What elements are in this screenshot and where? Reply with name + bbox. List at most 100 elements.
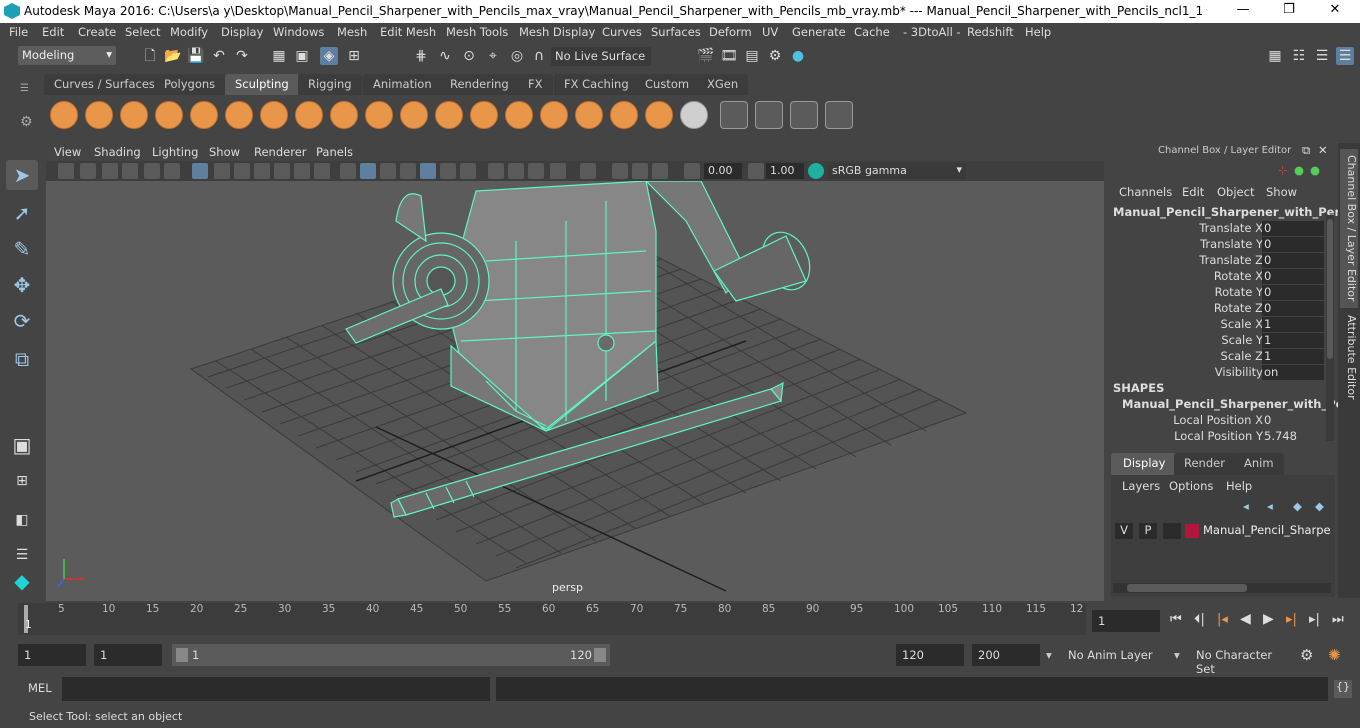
viewport-menu-view[interactable]: View: [54, 145, 81, 159]
go-to-start-icon[interactable]: ⏮: [1170, 612, 1182, 627]
colorspace-select[interactable]: sRGB gamma ▾: [828, 163, 966, 179]
current-frame-field[interactable]: 1: [1092, 610, 1160, 632]
start-time-field[interactable]: 1: [18, 644, 86, 666]
redo-icon[interactable]: ↷: [233, 47, 251, 65]
chevron-down-icon[interactable]: ▾: [1174, 648, 1180, 662]
tab-xgen[interactable]: XGen: [697, 74, 749, 95]
menu-edit-mesh[interactable]: Edit Mesh: [380, 25, 436, 39]
layer-name[interactable]: Manual_Pencil_Sharpene: [1203, 523, 1331, 537]
grab-tool-icon[interactable]: [155, 101, 183, 129]
tab-rendering[interactable]: Rendering: [440, 74, 519, 95]
spray-tool-icon[interactable]: [295, 101, 323, 129]
2d-pan-zoom-icon[interactable]: [144, 163, 160, 179]
cb-menu-edit[interactable]: Edit: [1182, 185, 1204, 199]
field-chart-icon[interactable]: [274, 163, 290, 179]
layer-menu-options[interactable]: Options: [1169, 479, 1213, 493]
select-component-icon[interactable]: ◈: [320, 47, 338, 65]
chevron-down-icon[interactable]: ▾: [1046, 648, 1052, 662]
tab-attribute-editor[interactable]: Attribute Editor: [1340, 309, 1358, 406]
select-hierarchy-icon[interactable]: ▦: [270, 47, 288, 65]
single-view-icon[interactable]: ▣: [6, 430, 38, 460]
channel-row[interactable]: Scale Y1: [1108, 333, 1324, 349]
save-scene-icon[interactable]: 💾: [187, 47, 205, 65]
amplify-tool-icon[interactable]: [610, 101, 638, 129]
safe-action-icon[interactable]: [294, 163, 310, 179]
channel-row[interactable]: Rotate Z0: [1108, 301, 1324, 317]
snap-curve-icon[interactable]: ∿: [436, 47, 454, 65]
channel-row[interactable]: Translate Y0: [1108, 237, 1324, 253]
grease-pencil-icon[interactable]: [164, 163, 180, 179]
channel-value[interactable]: 0: [1262, 253, 1324, 268]
channel-value[interactable]: 0: [1262, 269, 1324, 284]
channel-value[interactable]: 0: [1262, 221, 1324, 236]
snap-point-icon[interactable]: ⊙: [460, 47, 478, 65]
sculpt-tool-icon[interactable]: [50, 101, 78, 129]
exposure-icon[interactable]: [684, 163, 700, 179]
wax-tool-icon[interactable]: [400, 101, 428, 129]
channel-row[interactable]: Translate Z0: [1108, 253, 1324, 269]
move-layer-up-icon[interactable]: ◂: [1243, 499, 1249, 513]
side-by-side-icon[interactable]: ◧: [6, 505, 38, 535]
render-settings-icon[interactable]: ⚙: [766, 47, 784, 65]
channel-row[interactable]: Translate X0: [1108, 221, 1324, 237]
lock-selection-icon[interactable]: ⊞: [345, 47, 363, 65]
menu-deform[interactable]: Deform: [709, 25, 752, 39]
magnet-icon[interactable]: ∩: [530, 47, 548, 65]
channel-value[interactable]: 1: [1262, 317, 1324, 332]
paint-select-tool-icon[interactable]: ✎: [6, 234, 38, 264]
menu-uv[interactable]: UV: [762, 25, 778, 39]
render-frame-icon[interactable]: 🎬: [697, 47, 715, 65]
maya-home-icon[interactable]: ◆: [6, 566, 38, 596]
channel-row[interactable]: Rotate Y0: [1108, 285, 1324, 301]
image-plane-icon[interactable]: [122, 163, 138, 179]
isolate-select-icon[interactable]: [550, 163, 566, 179]
menu-curves[interactable]: Curves: [602, 25, 642, 39]
snap-grid-icon[interactable]: ⋕: [412, 47, 430, 65]
channel-value[interactable]: on: [1262, 365, 1324, 380]
tab-anim[interactable]: Anim: [1234, 453, 1284, 475]
channel-value[interactable]: 1: [1262, 349, 1324, 364]
channel-value[interactable]: 1: [1262, 333, 1324, 348]
cb-menu-object[interactable]: Object: [1217, 185, 1254, 199]
tab-channel-box-layer-editor[interactable]: Channel Box / Layer Editor: [1340, 149, 1358, 308]
scale-tool-icon[interactable]: ⧉: [6, 344, 38, 374]
tab-display[interactable]: Display: [1111, 453, 1178, 475]
new-layer-selected-icon[interactable]: ◆: [1315, 499, 1324, 513]
xray-joints-icon[interactable]: [612, 163, 628, 179]
film-gate-icon[interactable]: [214, 163, 230, 179]
shelf-menu-icon[interactable]: ☰: [20, 83, 29, 94]
live-surface-field[interactable]: No Live Surface: [551, 47, 651, 66]
script-editor-icon[interactable]: {}: [1334, 680, 1352, 698]
play-forward-icon[interactable]: ▶: [1263, 611, 1274, 627]
close-button[interactable]: ✕: [1320, 2, 1350, 20]
range-start-handle[interactable]: [176, 648, 188, 662]
viewport-menu-panels[interactable]: Panels: [316, 145, 353, 159]
exposure-field[interactable]: 0.00: [704, 163, 742, 179]
layer-color-swatch[interactable]: [1185, 524, 1199, 538]
menu-modify[interactable]: Modify: [170, 25, 208, 39]
menu-file[interactable]: File: [9, 25, 28, 39]
select-tool-icon[interactable]: ➤: [6, 160, 38, 190]
shape-name[interactable]: Manual_Pencil_Sharpener_with_Pen...: [1122, 397, 1360, 411]
xray-icon[interactable]: [580, 163, 596, 179]
sculpt-mask-icon[interactable]: [680, 101, 708, 129]
repeat-tool-icon[interactable]: [330, 101, 358, 129]
modeling-toolkit-icon[interactable]: ☷: [1290, 47, 1308, 65]
cb-menu-show[interactable]: Show: [1266, 185, 1297, 199]
depth-of-field-icon[interactable]: [528, 163, 544, 179]
scrape-tool-icon[interactable]: [435, 101, 463, 129]
channel-row[interactable]: Local Position X0: [1108, 413, 1323, 429]
step-forward-icon[interactable]: ▸|: [1309, 612, 1320, 627]
layer-menu-layers[interactable]: Layers: [1122, 479, 1160, 493]
viewport-menu-shading[interactable]: Shading: [94, 145, 141, 159]
shadows-icon[interactable]: [440, 163, 456, 179]
perspective-viewport[interactable]: persp: [46, 181, 1104, 601]
float-panel-icon[interactable]: ⧉: [1302, 143, 1310, 158]
tab-sculpting[interactable]: Sculpting: [225, 74, 299, 95]
color-management-icon[interactable]: [808, 163, 824, 179]
shape-editor-icon[interactable]: [825, 101, 853, 129]
knife-tool-icon[interactable]: [505, 101, 533, 129]
attribute-editor-icon[interactable]: ☰: [1313, 47, 1331, 65]
auto-key-icon[interactable]: ⚙: [1300, 646, 1313, 664]
mode-selector[interactable]: Modeling ▾: [18, 46, 116, 65]
